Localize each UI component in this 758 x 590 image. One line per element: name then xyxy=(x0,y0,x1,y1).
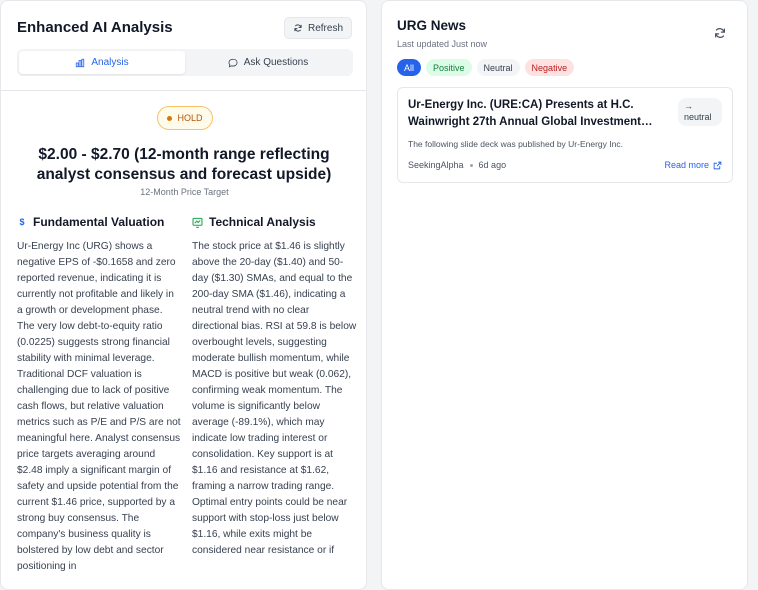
read-more-link[interactable]: Read more xyxy=(664,160,722,170)
filter-positive[interactable]: Positive xyxy=(426,59,472,76)
news-card-title[interactable]: Ur-Energy Inc. (URE:CA) Presents at H.C.… xyxy=(408,97,668,131)
rating-label: HOLD xyxy=(177,113,203,123)
separator-dot-icon xyxy=(469,163,473,167)
external-link-icon xyxy=(713,161,722,169)
fundamental-heading: $ Fundamental Valuation xyxy=(17,215,164,229)
news-source: SeekingAlpha xyxy=(408,160,464,170)
bar-chart-icon xyxy=(76,58,85,67)
news-card-meta: SeekingAlpha 6d ago xyxy=(408,160,506,170)
news-title: URG News xyxy=(397,18,467,33)
sentiment-label: neutral xyxy=(684,112,712,122)
analysis-title: Enhanced AI Analysis xyxy=(17,19,173,36)
news-filters: All Positive Neutral Negative xyxy=(397,59,575,76)
price-target-label: 12-Month Price Target xyxy=(140,187,229,197)
technical-heading-label: Technical Analysis xyxy=(209,215,316,229)
refresh-label: Refresh xyxy=(307,22,343,34)
tab-ask-questions-label: Ask Questions xyxy=(243,57,309,68)
refresh-icon xyxy=(294,24,302,32)
dollar-icon: $ xyxy=(19,217,25,227)
technical-heading: Technical Analysis xyxy=(192,215,316,229)
filter-all[interactable]: All xyxy=(397,59,422,76)
tab-analysis-label: Analysis xyxy=(91,57,129,68)
analysis-tabs: Analysis Ask Questions xyxy=(17,49,353,76)
filter-neutral[interactable]: Neutral xyxy=(476,59,520,76)
news-card[interactable]: Ur-Energy Inc. (URE:CA) Presents at H.C.… xyxy=(397,87,733,183)
price-target: $2.00 - $2.70 (12-month range reflecting… xyxy=(36,146,332,183)
refresh-button[interactable]: Refresh xyxy=(283,17,352,39)
analysis-panel: Enhanced AI Analysis Refresh Analysis As… xyxy=(0,0,367,590)
fundamental-text: Ur-Energy Inc (URG) shows a negative EPS… xyxy=(17,241,181,572)
arrow-right-icon: → xyxy=(684,101,693,111)
fundamental-heading-label: Fundamental Valuation xyxy=(33,215,165,229)
read-more-label: Read more xyxy=(664,160,709,170)
tab-analysis[interactable]: Analysis xyxy=(19,51,185,74)
filter-negative[interactable]: Negative xyxy=(524,59,575,76)
sentiment-badge: → neutral xyxy=(678,98,722,126)
tab-ask-questions[interactable]: Ask Questions xyxy=(185,51,351,74)
chart-icon xyxy=(192,217,203,228)
rating-badge: HOLD xyxy=(157,106,213,130)
news-age: 6d ago xyxy=(478,160,507,170)
news-updated: Last updated Just now xyxy=(397,39,488,49)
analysis-header: Enhanced AI Analysis Refresh Analysis As… xyxy=(1,1,366,91)
news-panel: URG News Last updated Just now All Posit… xyxy=(381,0,748,590)
rating-dot-icon xyxy=(167,115,173,121)
refresh-icon[interactable] xyxy=(713,26,727,40)
chat-bubble-icon xyxy=(228,58,238,67)
news-card-description: The following slide deck was published b… xyxy=(408,139,623,149)
technical-text: The stock price at $1.46 is slightly abo… xyxy=(192,241,357,556)
